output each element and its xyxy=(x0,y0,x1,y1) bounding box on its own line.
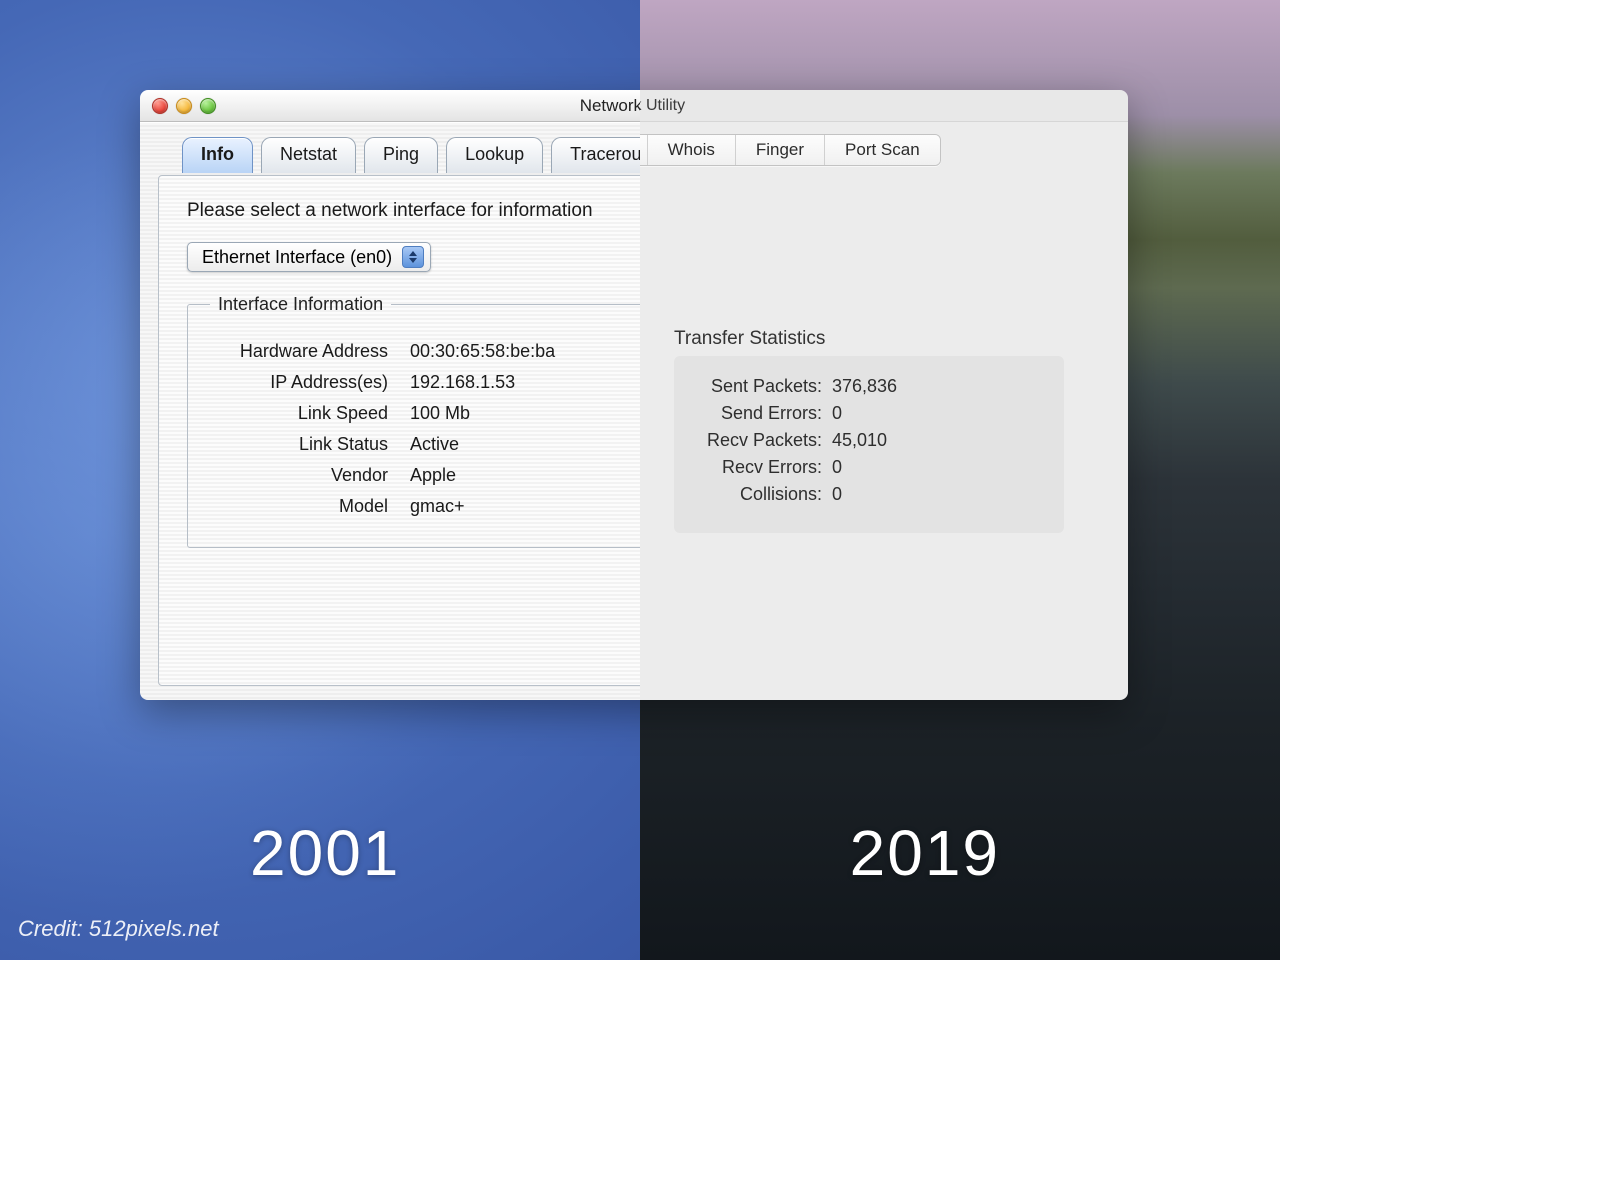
transfer-stats-box: Sent Packets:376,836 Send Errors:0 Recv … xyxy=(674,356,1064,533)
interface-prompt: Please select a network interface for in… xyxy=(187,200,640,222)
fieldset-legend: Interface Information xyxy=(210,294,391,315)
window-title: Network Utility xyxy=(640,97,1128,115)
tab-port-scan[interactable]: Port Scan xyxy=(825,135,940,165)
value-link-speed: 100 Mb xyxy=(410,403,470,424)
value-vendor: Apple xyxy=(410,465,456,486)
label-sent-packets: Sent Packets: xyxy=(692,376,832,397)
tab-ping[interactable]: Ping xyxy=(364,137,438,173)
value-hardware-address: 00:30:65:58:be:ba xyxy=(410,341,555,362)
label-recv-packets: Recv Packets: xyxy=(692,430,832,451)
tab-traceroute[interactable]: Traceroute xyxy=(640,135,648,165)
value-link-status: Active xyxy=(410,434,459,455)
info-panel: Please select a network interface for in… xyxy=(158,175,640,686)
interface-popup[interactable]: Ethernet Interface (en0) xyxy=(187,242,431,272)
titlebar-flat[interactable]: Network Utility xyxy=(640,90,1128,122)
label-ip-addresses: IP Address(es) xyxy=(210,372,410,393)
tab-finger[interactable]: Finger xyxy=(736,135,825,165)
interface-info-fieldset: Interface Information Hardware Address00… xyxy=(187,294,640,548)
transfer-stats-heading: Transfer Statistics xyxy=(674,328,825,350)
value-send-errors: 0 xyxy=(832,403,842,424)
window-title: Network Utility xyxy=(140,96,640,116)
tabs-flat: Info Netstat Ping Lookup Traceroute Whoi… xyxy=(640,134,941,166)
label-vendor: Vendor xyxy=(210,465,410,486)
label-link-speed: Link Speed xyxy=(210,403,410,424)
value-sent-packets: 376,836 xyxy=(832,376,897,397)
year-label-right: 2019 xyxy=(850,816,1000,890)
titlebar-aqua[interactable]: Network Utility xyxy=(140,90,640,122)
year-label-left: 2001 xyxy=(250,816,400,890)
label-send-errors: Send Errors: xyxy=(692,403,832,424)
label-recv-errors: Recv Errors: xyxy=(692,457,832,478)
value-collisions: 0 xyxy=(832,484,842,505)
value-recv-packets: 45,010 xyxy=(832,430,887,451)
popup-arrows-icon xyxy=(402,246,424,268)
label-link-status: Link Status xyxy=(210,434,410,455)
value-recv-errors: 0 xyxy=(832,457,842,478)
tab-netstat[interactable]: Netstat xyxy=(261,137,356,173)
credit-label: Credit: 512pixels.net xyxy=(18,916,219,942)
label-hardware-address: Hardware Address xyxy=(210,341,410,362)
label-collisions: Collisions: xyxy=(692,484,832,505)
tabs-aqua: Info Netstat Ping Lookup Traceroute Whoi… xyxy=(182,137,640,173)
value-ip-addresses: 192.168.1.53 xyxy=(410,372,515,393)
interface-popup-label: Ethernet Interface (en0) xyxy=(202,247,392,268)
label-model: Model xyxy=(210,496,410,517)
network-utility-window: Network Utility Info Netstat Ping Lookup… xyxy=(140,90,1128,700)
tab-info[interactable]: Info xyxy=(182,137,253,173)
tab-traceroute[interactable]: Traceroute xyxy=(551,137,640,173)
value-model: gmac+ xyxy=(410,496,465,517)
tab-lookup[interactable]: Lookup xyxy=(446,137,543,173)
tab-whois[interactable]: Whois xyxy=(648,135,736,165)
